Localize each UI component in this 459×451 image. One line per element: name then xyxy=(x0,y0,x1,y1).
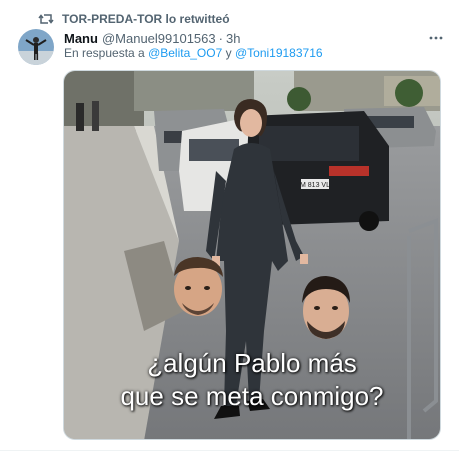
author-name[interactable]: Manu xyxy=(64,31,98,46)
retweet-icon xyxy=(38,11,54,27)
tweet-header: Manu @Manuel99101563 · 3h xyxy=(64,29,447,47)
tweet-time[interactable]: 3h xyxy=(226,31,240,46)
author-handle[interactable]: @Manuel99101563 xyxy=(102,31,216,46)
meme-caption-line-1: ¿algún Pablo más xyxy=(147,348,357,378)
reply-prefix: En respuesta a xyxy=(64,46,145,60)
avatar[interactable] xyxy=(18,29,54,65)
tweet-card[interactable]: TOR-PREDA-TOR lo retwitteó Manu @Manuel9… xyxy=(0,0,459,451)
reply-context: En respuesta a @Belita_OO7 y @Toni191837… xyxy=(64,46,323,60)
license-plate: M 813 VL xyxy=(300,182,330,189)
retweet-indicator: TOR-PREDA-TOR lo retwitteó xyxy=(38,11,230,27)
meme-caption-line-2: que se meta conmigo? xyxy=(120,381,384,411)
more-horizontal-icon[interactable] xyxy=(427,29,445,47)
tweet-media-image[interactable]: M 813 VL ¿algún Pablo más que se meta co… xyxy=(63,70,441,440)
mention-link[interactable]: @Toni19183716 xyxy=(235,46,323,60)
mention-link[interactable]: @Belita_OO7 xyxy=(148,46,222,60)
separator: · xyxy=(218,30,223,46)
reply-conjunction: y xyxy=(225,46,232,60)
retweeter-name[interactable]: TOR-PREDA-TOR lo retwitteó xyxy=(62,12,230,26)
